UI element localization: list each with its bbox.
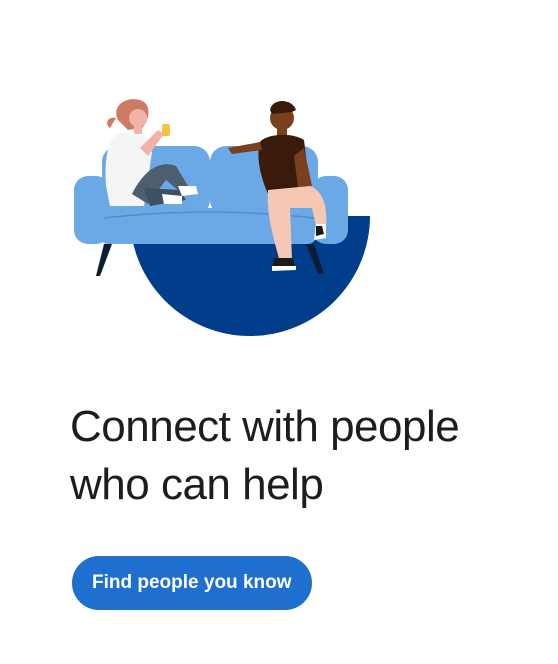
headline-line-2: who can help [70, 460, 324, 509]
headline-line-1: Connect with people [70, 402, 460, 451]
two-people-on-couch-illustration [74, 99, 370, 336]
find-people-button[interactable]: Find people you know [72, 556, 312, 610]
page-title: Connect with people who can help [70, 398, 540, 514]
